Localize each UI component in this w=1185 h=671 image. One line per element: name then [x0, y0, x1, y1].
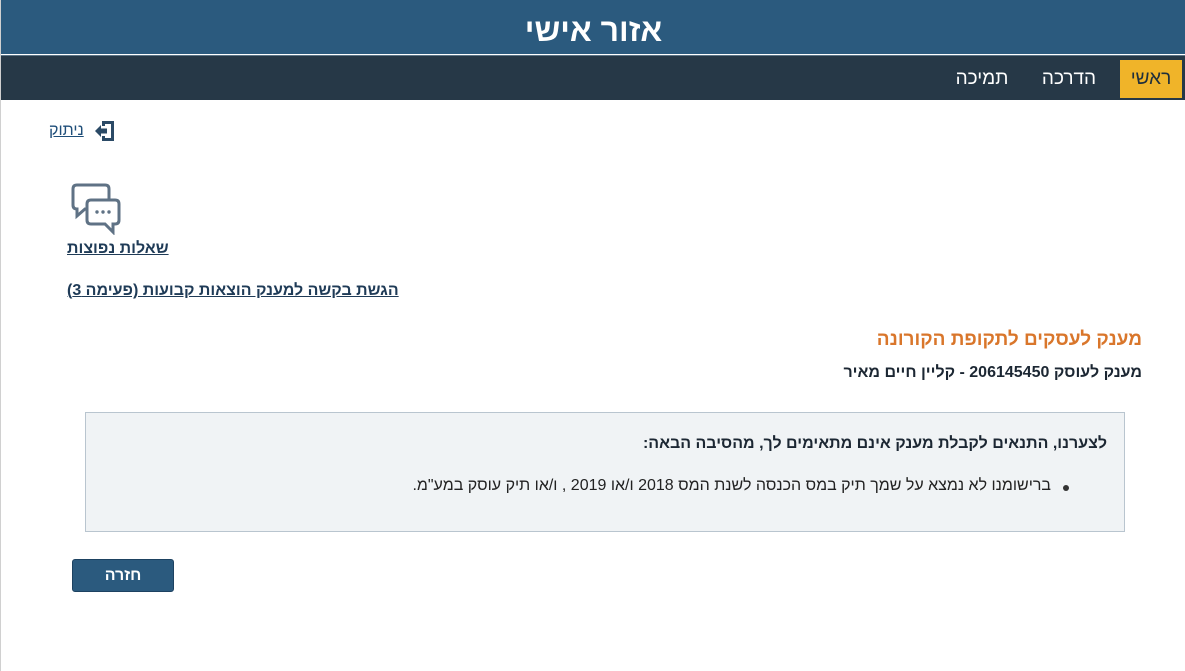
- bullet-icon: [1063, 485, 1069, 491]
- reason-list: ברישומנו לא נמצא על שמך תיק במס הכנסה לש…: [412, 477, 1069, 495]
- logout-control[interactable]: ניתוק: [49, 118, 116, 144]
- notice-heading: לצערנו, התנאים לקבלת מענק אינם מתאימים ל…: [642, 435, 1107, 452]
- reason-text: ברישומנו לא נמצא על שמך תיק במס הכנסה לש…: [412, 477, 1051, 494]
- grant-subtitle: מענק לעוסק 206145450 - קליין חיים מאיר: [843, 364, 1142, 381]
- notice-box: לצערנו, התנאים לקבלת מענק אינם מתאימים ל…: [85, 412, 1125, 532]
- list-item: ברישומנו לא נמצא על שמך תיק במס הכנסה לש…: [412, 477, 1069, 495]
- tab-support[interactable]: תמיכה: [946, 58, 1018, 99]
- grant-request-link[interactable]: הגשת בקשה למענק הוצאות קבועות (פעימה 3): [67, 282, 399, 300]
- tab-guide[interactable]: הדרכה: [1032, 58, 1106, 99]
- back-button[interactable]: חזרה: [72, 559, 174, 592]
- emblem-icon: [1079, 0, 1139, 6]
- chat-bubbles-icon[interactable]: [69, 183, 123, 235]
- logout-icon[interactable]: [92, 119, 116, 143]
- tab-home[interactable]: ראשי: [1120, 60, 1182, 98]
- page: אזור אישי ראשי הדרכה תמיכה ניתוק שאלות נ…: [0, 0, 1185, 671]
- page-title: אזור אישי: [524, 12, 663, 48]
- section-title: מענק לעסקים לתקופת הקורונה: [876, 329, 1142, 350]
- site-header: אזור אישי: [1, 0, 1185, 54]
- logout-link[interactable]: ניתוק: [49, 122, 84, 140]
- faq-link[interactable]: שאלות נפוצות: [67, 240, 169, 258]
- top-nav: ראשי הדרכה תמיכה: [1, 55, 1185, 100]
